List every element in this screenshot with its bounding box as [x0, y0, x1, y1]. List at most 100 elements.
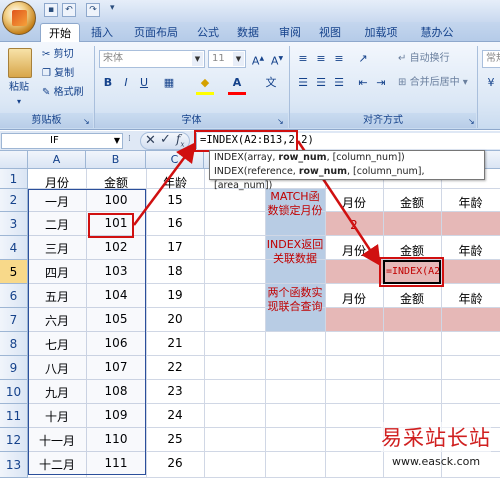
- match-header-month[interactable]: 月份: [325, 194, 383, 211]
- number-format-combo[interactable]: 常规: [482, 50, 500, 68]
- cut-button[interactable]: ✂ 剪切: [42, 47, 74, 63]
- column-header-c[interactable]: C: [146, 151, 204, 169]
- grow-font-button[interactable]: A▲: [249, 50, 267, 68]
- row-header-1[interactable]: 1: [0, 169, 28, 189]
- cell-age[interactable]: 18: [146, 264, 204, 278]
- alignment-launcher-icon[interactable]: ↘: [468, 114, 475, 130]
- row-header-6[interactable]: 6: [0, 284, 28, 308]
- undo-icon[interactable]: ↶: [62, 3, 76, 17]
- column-header-a[interactable]: A: [28, 151, 86, 169]
- cell-age[interactable]: 23: [146, 384, 204, 398]
- row-header-2[interactable]: 2: [0, 189, 28, 212]
- copy-button[interactable]: ❐ 复制: [42, 66, 74, 82]
- tooltip-line-2[interactable]: INDEX(reference, row_num, [column_num], …: [214, 165, 484, 193]
- align-bottom-icon[interactable]: ≡: [330, 50, 348, 68]
- qat-customize-icon[interactable]: ▾: [110, 3, 115, 13]
- align-right-icon[interactable]: ☰: [330, 74, 348, 92]
- tab-addins[interactable]: 加载项: [356, 23, 406, 42]
- row-header-4[interactable]: 4: [0, 236, 28, 260]
- cell-age[interactable]: 22: [146, 360, 204, 374]
- tab-huibangong[interactable]: 慧办公: [412, 23, 462, 42]
- merge-icon: ⊞: [398, 77, 407, 88]
- match-header-amount[interactable]: 金额: [383, 194, 441, 211]
- wrap-text-button[interactable]: ↵ 自动换行: [398, 51, 450, 67]
- borders-icon[interactable]: ▦: [160, 74, 178, 92]
- orientation-icon[interactable]: ↗: [354, 50, 372, 68]
- align-middle-icon[interactable]: ≡: [312, 50, 330, 68]
- merge-center-button[interactable]: ⊞ 合并后居中 ▾: [398, 75, 468, 91]
- combo-header-amount[interactable]: 金额: [383, 290, 441, 307]
- index-header-age[interactable]: 年龄: [441, 242, 500, 259]
- fill-color-icon[interactable]: ◆: [196, 74, 214, 92]
- underline-button[interactable]: U: [135, 74, 153, 92]
- copy-label: 复制: [54, 68, 75, 79]
- match-result-value[interactable]: 2: [325, 218, 383, 232]
- redo-icon[interactable]: ↷: [86, 3, 100, 17]
- tab-home[interactable]: 开始: [40, 23, 80, 42]
- combo-header-month[interactable]: 月份: [325, 290, 383, 307]
- font-launcher-icon[interactable]: ↘: [277, 114, 284, 130]
- cell-age[interactable]: 19: [146, 288, 204, 302]
- tab-page-layout[interactable]: 页面布局: [126, 23, 186, 42]
- cell-age[interactable]: 25: [146, 432, 204, 446]
- fill-color-swatch: [196, 92, 214, 95]
- row-header-5[interactable]: 5: [0, 260, 28, 284]
- align-center-icon[interactable]: ☰: [312, 74, 330, 92]
- decrease-indent-icon[interactable]: ⇤: [354, 74, 372, 92]
- combo-header-age[interactable]: 年龄: [441, 290, 500, 307]
- cell-age[interactable]: 16: [146, 216, 204, 230]
- shrink-font-button[interactable]: A▼: [268, 50, 286, 68]
- tooltip-text: , [column_num]): [326, 152, 405, 163]
- enter-check-icon[interactable]: ✓: [160, 132, 171, 147]
- bold-button[interactable]: B: [99, 74, 117, 92]
- paste-dropdown-icon[interactable]: ▾: [17, 94, 21, 110]
- scissors-icon: ✂: [42, 49, 51, 60]
- tab-formulas[interactable]: 公式: [190, 23, 226, 42]
- header-age[interactable]: 年龄: [146, 174, 204, 191]
- phonetic-icon[interactable]: 文: [262, 74, 280, 92]
- clipboard-launcher-icon[interactable]: ↘: [83, 114, 90, 130]
- cell-age[interactable]: 24: [146, 408, 204, 422]
- currency-icon[interactable]: ¥: [482, 74, 500, 92]
- ribbon: 粘贴 ▾ ✂ 剪切 ❐ 复制 ✎ 格式刷 剪贴板 ↘ 宋体 ▼ 11 ▼ A▲ A▼…: [0, 42, 500, 130]
- tab-insert[interactable]: 插入: [84, 23, 120, 42]
- tooltip-line-1[interactable]: INDEX(array, row_num, [column_num]): [214, 151, 484, 165]
- paste-icon[interactable]: [8, 48, 32, 78]
- row-header-8[interactable]: 8: [0, 332, 28, 356]
- tab-review[interactable]: 审阅: [272, 23, 308, 42]
- font-size-combo[interactable]: 11 ▼: [208, 50, 246, 68]
- insert-function-icon[interactable]: fx: [176, 132, 184, 148]
- select-all-corner[interactable]: [0, 151, 28, 169]
- row-header-10[interactable]: 10: [0, 380, 28, 404]
- row-header-7[interactable]: 7: [0, 308, 28, 332]
- increase-indent-icon[interactable]: ⇥: [372, 74, 390, 92]
- font-name-value: 宋体: [103, 53, 123, 64]
- save-icon[interactable]: ▪: [44, 3, 58, 17]
- row-header-3[interactable]: 3: [0, 212, 28, 236]
- align-left-icon[interactable]: ☰: [294, 74, 312, 92]
- font-group-caption: 字体: [95, 113, 288, 128]
- row-header-12[interactable]: 12: [0, 428, 28, 452]
- office-button[interactable]: [2, 1, 36, 35]
- format-painter-button[interactable]: ✎ 格式刷: [42, 85, 84, 101]
- cell-age[interactable]: 26: [146, 456, 204, 470]
- match-function-label: MATCH函数锁定月份: [267, 190, 323, 217]
- match-header-age[interactable]: 年龄: [441, 194, 500, 211]
- column-header-b[interactable]: B: [86, 151, 146, 169]
- index-header-month[interactable]: 月份: [325, 242, 383, 259]
- tab-data[interactable]: 数据: [230, 23, 266, 42]
- cell-age[interactable]: 21: [146, 336, 204, 350]
- row-header-13[interactable]: 13: [0, 452, 28, 478]
- name-box[interactable]: IF ▼: [1, 133, 123, 149]
- tab-view[interactable]: 视图: [312, 23, 348, 42]
- italic-button[interactable]: I: [117, 74, 135, 92]
- align-top-icon[interactable]: ≡: [294, 50, 312, 68]
- cell-age[interactable]: 17: [146, 240, 204, 254]
- font-name-combo[interactable]: 宋体 ▼: [99, 50, 205, 68]
- row-header-11[interactable]: 11: [0, 404, 28, 428]
- cell-age[interactable]: 15: [146, 193, 204, 207]
- row-header-9[interactable]: 9: [0, 356, 28, 380]
- font-color-icon[interactable]: A: [228, 74, 246, 92]
- cancel-icon[interactable]: ✕: [145, 133, 156, 148]
- cell-age[interactable]: 20: [146, 312, 204, 326]
